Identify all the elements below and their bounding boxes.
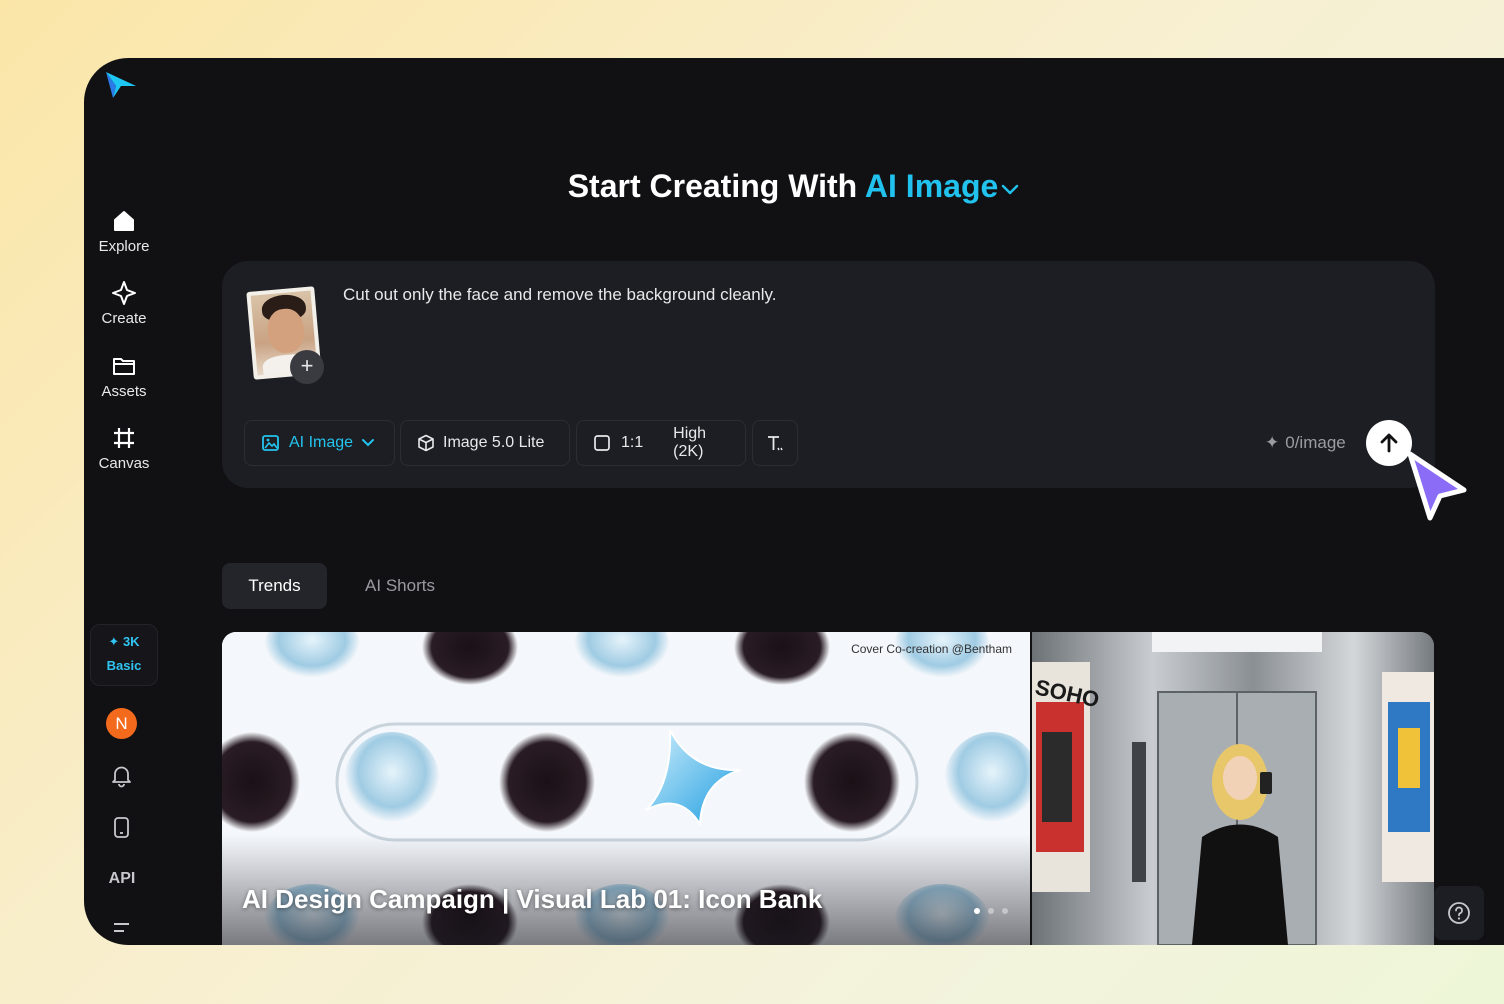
frame-icon — [114, 428, 134, 448]
featured-card[interactable]: Cover Co-creation @Bentham AI Design Cam… — [222, 632, 1030, 945]
text-format-icon — [768, 436, 783, 451]
add-image-button[interactable]: + — [290, 350, 324, 384]
mode-selector-label: AI Image — [864, 168, 999, 204]
side-card[interactable]: SOHO — [1032, 632, 1434, 945]
page-title: Start Creating With AI Image — [84, 168, 1504, 205]
tab-ai-shorts[interactable]: AI Shorts — [347, 563, 453, 609]
model-dropdown[interactable]: Image 5.0 Lite — [400, 420, 570, 466]
mode-dropdown[interactable]: AI Image — [244, 420, 395, 466]
carousel-dots[interactable] — [974, 908, 1008, 914]
credits-badge[interactable]: ✦ 3K Basic — [90, 624, 158, 686]
sidebar-item-label: Assets — [101, 383, 147, 400]
chevron-down-icon — [1002, 184, 1019, 194]
side-card-image: SOHO — [1032, 632, 1434, 945]
folder-icon — [113, 358, 135, 375]
ratio-label: 1:1 — [621, 434, 644, 451]
sidebar-item-label: Explore — [98, 238, 150, 255]
image-sparkle-icon — [262, 435, 279, 451]
mode-dropdown-label: AI Image — [289, 434, 354, 451]
bell-icon[interactable] — [109, 763, 134, 788]
sidebar-item-assets[interactable]: Assets — [84, 353, 164, 400]
quality-label: High (2K) — [673, 425, 707, 460]
title-prefix: Start Creating With — [567, 168, 858, 204]
plan-label: Basic — [106, 658, 142, 673]
help-button[interactable] — [1434, 886, 1484, 940]
star-icon: ✦ — [108, 634, 120, 649]
sidebar-item-explore[interactable]: Explore — [84, 208, 164, 255]
card-credit: Cover Co-creation @Bentham — [851, 642, 1012, 656]
arrow-up-icon — [1380, 433, 1398, 453]
text-style-button[interactable] — [752, 420, 798, 466]
app-window: Explore Create Assets Canvas ✦ 3K Basic … — [84, 58, 1504, 945]
model-dropdown-label: Image 5.0 Lite — [443, 434, 545, 451]
prompt-composer: + Cut out only the face and remove the b… — [222, 261, 1435, 488]
cube-icon — [418, 434, 434, 452]
sparkle-small-icon: ✦ — [1265, 433, 1280, 452]
avatar[interactable]: N — [106, 708, 137, 739]
prompt-input[interactable]: Cut out only the face and remove the bac… — [343, 285, 776, 305]
help-icon — [1448, 902, 1470, 924]
chevron-down-icon — [362, 439, 375, 447]
mode-selector[interactable]: AI Image — [865, 168, 1020, 204]
cost-indicator: ✦ 0/image — [1265, 433, 1346, 453]
cost-label: 0/image — [1285, 433, 1346, 452]
sidebar-item-canvas[interactable]: Canvas — [84, 425, 164, 472]
app-logo-icon[interactable] — [104, 68, 138, 102]
card-title: AI Design Campaign | Visual Lab 01: Icon… — [242, 884, 823, 914]
pointer-cursor-icon — [1407, 451, 1467, 521]
sidebar-item-create[interactable]: Create — [84, 280, 164, 327]
credits-amount: 3K — [122, 634, 140, 649]
sidebar-item-label: Canvas — [98, 455, 150, 472]
sparkle-icon — [112, 281, 136, 305]
square-ratio-icon — [594, 435, 610, 451]
home-icon — [114, 211, 134, 231]
menu-icon[interactable] — [109, 918, 134, 943]
api-link[interactable]: API — [106, 870, 138, 888]
ratio-quality-dropdown[interactable]: 1:1 High (2K) — [576, 420, 746, 466]
tab-trends[interactable]: Trends — [222, 563, 327, 609]
mobile-icon[interactable] — [109, 815, 134, 840]
sidebar-item-label: Create — [101, 310, 147, 327]
